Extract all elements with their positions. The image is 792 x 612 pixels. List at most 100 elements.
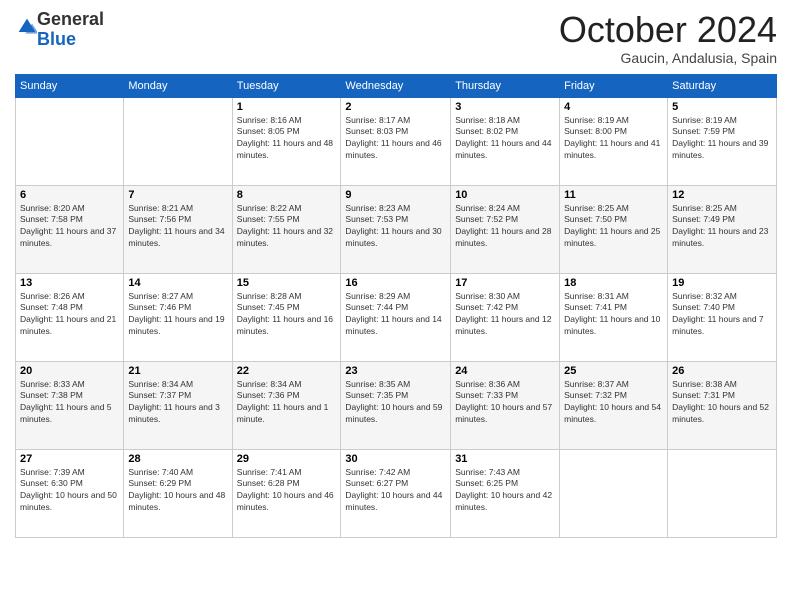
- calendar-week-0: 1 Sunrise: 8:16 AM Sunset: 8:05 PM Daylig…: [16, 97, 777, 185]
- calendar-body: 1 Sunrise: 8:16 AM Sunset: 8:05 PM Daylig…: [16, 97, 777, 537]
- calendar-cell: 28Sunrise: 7:40 AM Sunset: 6:29 PM Dayli…: [124, 449, 232, 537]
- calendar-cell: 2Sunrise: 8:17 AM Sunset: 8:03 PM Daylig…: [341, 97, 451, 185]
- calendar-cell: 30 Sunrise: 7:42 AM Sunset: 6:27 PM Dayli…: [341, 449, 451, 537]
- day-number: 24: [455, 365, 555, 377]
- calendar-cell: [560, 449, 668, 537]
- logo-blue: Blue: [37, 29, 76, 49]
- day-info: Sunrise: 8:35 AM Sunset: 7:35 PM Dayligh…: [345, 379, 446, 427]
- calendar-cell: 26Sunrise: 8:38 AM Sunset: 7:31 PM Dayli…: [668, 361, 777, 449]
- weekday-header-monday: Monday: [124, 74, 232, 97]
- calendar-cell: 20 Sunrise: 8:33 AM Sunset: 7:38 PM Dayli…: [16, 361, 124, 449]
- day-info: Sunrise: 8:36 AM Sunset: 7:33 PM Dayligh…: [455, 379, 555, 427]
- day-info: Sunrise: 8:18 AM Sunset: 8:02 PM Dayligh…: [455, 115, 555, 163]
- logo-icon: [17, 17, 37, 37]
- calendar-cell: 6 Sunrise: 8:20 AM Sunset: 7:58 PM Daylig…: [16, 185, 124, 273]
- calendar-cell: 7Sunrise: 8:21 AM Sunset: 7:56 PM Daylig…: [124, 185, 232, 273]
- calendar-cell: [16, 97, 124, 185]
- day-info: Sunrise: 8:32 AM Sunset: 7:40 PM Dayligh…: [672, 291, 772, 339]
- day-number: 27: [20, 453, 119, 465]
- day-info: Sunrise: 8:27 AM Sunset: 7:46 PM Dayligh…: [128, 291, 227, 339]
- calendar-cell: 17Sunrise: 8:30 AM Sunset: 7:42 PM Dayli…: [451, 273, 560, 361]
- day-info: Sunrise: 8:33 AM Sunset: 7:38 PM Dayligh…: [20, 379, 119, 427]
- calendar-week-1: 6 Sunrise: 8:20 AM Sunset: 7:58 PM Daylig…: [16, 185, 777, 273]
- day-info: Sunrise: 8:20 AM Sunset: 7:58 PM Dayligh…: [20, 203, 119, 251]
- calendar-header: SundayMondayTuesdayWednesdayThursdayFrid…: [16, 74, 777, 97]
- title-area: October 2024 Gaucin, Andalusia, Spain: [559, 10, 777, 66]
- day-number: 16: [345, 277, 446, 289]
- day-number: 22: [237, 365, 337, 377]
- calendar-cell: [668, 449, 777, 537]
- calendar-cell: 12 Sunrise: 8:25 AM Sunset: 7:49 PM Dayli…: [668, 185, 777, 273]
- calendar-week-4: 27 Sunrise: 7:39 AM Sunset: 6:30 PM Dayli…: [16, 449, 777, 537]
- day-number: 6: [20, 189, 119, 201]
- calendar-cell: 13Sunrise: 8:26 AM Sunset: 7:48 PM Dayli…: [16, 273, 124, 361]
- day-number: 10: [455, 189, 555, 201]
- day-number: 9: [345, 189, 446, 201]
- day-info: Sunrise: 8:17 AM Sunset: 8:03 PM Dayligh…: [345, 115, 446, 163]
- calendar-cell: 24 Sunrise: 8:36 AM Sunset: 7:33 PM Dayli…: [451, 361, 560, 449]
- page: General Blue October 2024 Gaucin, Andalu…: [0, 0, 792, 612]
- weekday-header-tuesday: Tuesday: [232, 74, 341, 97]
- day-info: Sunrise: 8:23 AM Sunset: 7:53 PM Dayligh…: [345, 203, 446, 251]
- calendar-cell: 8 Sunrise: 8:22 AM Sunset: 7:55 PM Daylig…: [232, 185, 341, 273]
- calendar-cell: 29 Sunrise: 7:41 AM Sunset: 6:28 PM Dayli…: [232, 449, 341, 537]
- calendar-cell: 5Sunrise: 8:19 AM Sunset: 7:59 PM Daylig…: [668, 97, 777, 185]
- day-number: 3: [455, 101, 555, 113]
- day-number: 4: [564, 101, 663, 113]
- day-info: Sunrise: 8:28 AM Sunset: 7:45 PM Dayligh…: [237, 291, 337, 339]
- calendar-cell: 4 Sunrise: 8:19 AM Sunset: 8:00 PM Daylig…: [560, 97, 668, 185]
- day-info: Sunrise: 8:24 AM Sunset: 7:52 PM Dayligh…: [455, 203, 555, 251]
- day-number: 21: [128, 365, 227, 377]
- calendar-cell: 1 Sunrise: 8:16 AM Sunset: 8:05 PM Daylig…: [232, 97, 341, 185]
- day-number: 12: [672, 189, 772, 201]
- day-number: 8: [237, 189, 337, 201]
- day-info: Sunrise: 7:42 AM Sunset: 6:27 PM Dayligh…: [345, 467, 446, 515]
- weekday-header-saturday: Saturday: [668, 74, 777, 97]
- calendar-cell: 21 Sunrise: 8:34 AM Sunset: 7:37 PM Dayli…: [124, 361, 232, 449]
- day-number: 14: [128, 277, 227, 289]
- calendar-week-2: 13Sunrise: 8:26 AM Sunset: 7:48 PM Dayli…: [16, 273, 777, 361]
- day-number: 19: [672, 277, 772, 289]
- day-number: 5: [672, 101, 772, 113]
- day-info: Sunrise: 8:25 AM Sunset: 7:49 PM Dayligh…: [672, 203, 772, 251]
- calendar-cell: 15Sunrise: 8:28 AM Sunset: 7:45 PM Dayli…: [232, 273, 341, 361]
- day-info: Sunrise: 8:30 AM Sunset: 7:42 PM Dayligh…: [455, 291, 555, 339]
- day-info: Sunrise: 8:34 AM Sunset: 7:37 PM Dayligh…: [128, 379, 227, 427]
- day-info: Sunrise: 7:41 AM Sunset: 6:28 PM Dayligh…: [237, 467, 337, 515]
- header: General Blue October 2024 Gaucin, Andalu…: [15, 10, 777, 66]
- weekday-header-wednesday: Wednesday: [341, 74, 451, 97]
- day-info: Sunrise: 7:43 AM Sunset: 6:25 PM Dayligh…: [455, 467, 555, 515]
- calendar-cell: 18Sunrise: 8:31 AM Sunset: 7:41 PM Dayli…: [560, 273, 668, 361]
- day-info: Sunrise: 8:34 AM Sunset: 7:36 PM Dayligh…: [237, 379, 337, 427]
- day-number: 7: [128, 189, 227, 201]
- day-info: Sunrise: 8:38 AM Sunset: 7:31 PM Dayligh…: [672, 379, 772, 427]
- day-number: 31: [455, 453, 555, 465]
- calendar-cell: 3 Sunrise: 8:18 AM Sunset: 8:02 PM Daylig…: [451, 97, 560, 185]
- day-info: Sunrise: 8:25 AM Sunset: 7:50 PM Dayligh…: [564, 203, 663, 251]
- calendar-cell: 10 Sunrise: 8:24 AM Sunset: 7:52 PM Dayli…: [451, 185, 560, 273]
- weekday-header-friday: Friday: [560, 74, 668, 97]
- calendar-week-3: 20 Sunrise: 8:33 AM Sunset: 7:38 PM Dayli…: [16, 361, 777, 449]
- calendar-cell: 9 Sunrise: 8:23 AM Sunset: 7:53 PM Daylig…: [341, 185, 451, 273]
- calendar-cell: 19 Sunrise: 8:32 AM Sunset: 7:40 PM Dayli…: [668, 273, 777, 361]
- calendar-cell: [124, 97, 232, 185]
- calendar-cell: 27 Sunrise: 7:39 AM Sunset: 6:30 PM Dayli…: [16, 449, 124, 537]
- day-info: Sunrise: 8:19 AM Sunset: 8:00 PM Dayligh…: [564, 115, 663, 163]
- day-info: Sunrise: 7:39 AM Sunset: 6:30 PM Dayligh…: [20, 467, 119, 515]
- day-info: Sunrise: 8:29 AM Sunset: 7:44 PM Dayligh…: [345, 291, 446, 339]
- day-info: Sunrise: 8:31 AM Sunset: 7:41 PM Dayligh…: [564, 291, 663, 339]
- calendar-cell: 25Sunrise: 8:37 AM Sunset: 7:32 PM Dayli…: [560, 361, 668, 449]
- logo-text: General Blue: [37, 10, 104, 50]
- day-number: 29: [237, 453, 337, 465]
- day-number: 23: [345, 365, 446, 377]
- day-number: 1: [237, 101, 337, 113]
- day-info: Sunrise: 8:16 AM Sunset: 8:05 PM Dayligh…: [237, 115, 337, 163]
- calendar-cell: 31 Sunrise: 7:43 AM Sunset: 6:25 PM Dayli…: [451, 449, 560, 537]
- day-number: 30: [345, 453, 446, 465]
- location: Gaucin, Andalusia, Spain: [559, 50, 777, 66]
- day-number: 20: [20, 365, 119, 377]
- day-info: Sunrise: 8:22 AM Sunset: 7:55 PM Dayligh…: [237, 203, 337, 251]
- day-info: Sunrise: 8:26 AM Sunset: 7:48 PM Dayligh…: [20, 291, 119, 339]
- calendar-cell: 11Sunrise: 8:25 AM Sunset: 7:50 PM Dayli…: [560, 185, 668, 273]
- month-title: October 2024: [559, 10, 777, 50]
